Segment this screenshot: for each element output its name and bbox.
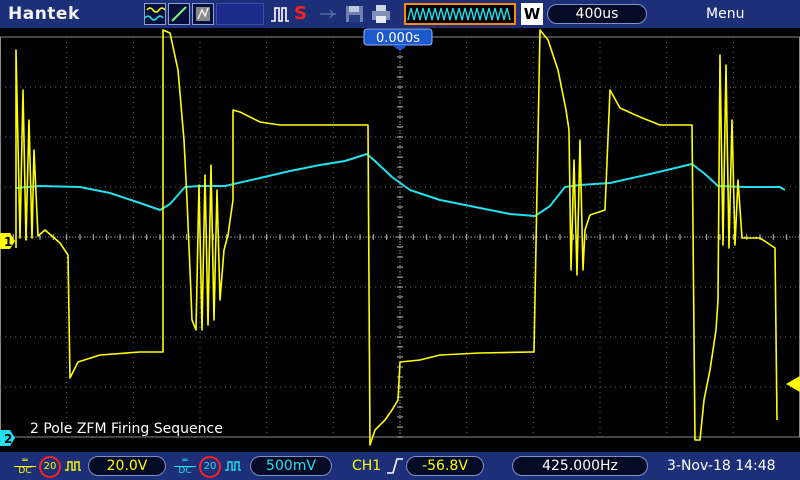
persist-mode-icon[interactable] (192, 3, 214, 25)
rising-edge-icon[interactable] (386, 457, 404, 479)
blank-status-box (216, 3, 264, 25)
save-disk-icon[interactable] (344, 3, 366, 25)
waveform-display: 0.000s 1 2 (0, 28, 800, 452)
ch1-bandwidth-limit-icon[interactable]: 20 (39, 456, 61, 478)
run-pulse-icon[interactable] (270, 3, 290, 25)
top-toolbar: Hantek S W 400us Menu (0, 0, 800, 28)
status-bar: ═ DC 20 20.0V ═ DC 20 500mV CH1 -56.8V 425… (0, 452, 800, 480)
stop-status-icon[interactable]: S (294, 3, 310, 25)
menu-button[interactable]: Menu (706, 6, 744, 22)
ch2-volts-per-div[interactable]: 500mV (250, 456, 332, 476)
auto-wave-icon[interactable] (144, 3, 166, 25)
ch1-coupling-indicator[interactable]: ═ DC (14, 457, 36, 476)
ch2-bandwidth-limit-icon[interactable]: 20 (199, 456, 221, 478)
ch1-volts-per-div[interactable]: 20.0V (88, 456, 166, 476)
svg-text:2: 2 (4, 432, 12, 446)
trigger-mode-indicator[interactable]: W (521, 3, 543, 25)
trigger-position-label: 0.000s (376, 31, 420, 46)
screen-annotation: 2 Pole ZFM Firing Sequence (30, 421, 223, 437)
usb-icon (318, 3, 338, 25)
waveform-memory-icon[interactable] (404, 3, 516, 25)
trigger-source[interactable]: CH1 (352, 458, 381, 474)
ch1-invert-icon (64, 458, 82, 478)
svg-text:1: 1 (4, 235, 12, 249)
vector-mode-icon[interactable] (168, 3, 190, 25)
ch2-invert-icon (224, 458, 242, 478)
ch2-coupling-indicator[interactable]: ═ DC (174, 457, 196, 476)
frequency-counter: 425.000Hz (512, 456, 648, 476)
brand-logo: Hantek (8, 4, 80, 24)
date-time: 3-Nov-18 14:48 (667, 458, 776, 474)
trigger-level[interactable]: -56.8V (406, 456, 484, 476)
timebase-display[interactable]: 400us (547, 4, 647, 24)
printer-icon[interactable] (370, 3, 392, 25)
